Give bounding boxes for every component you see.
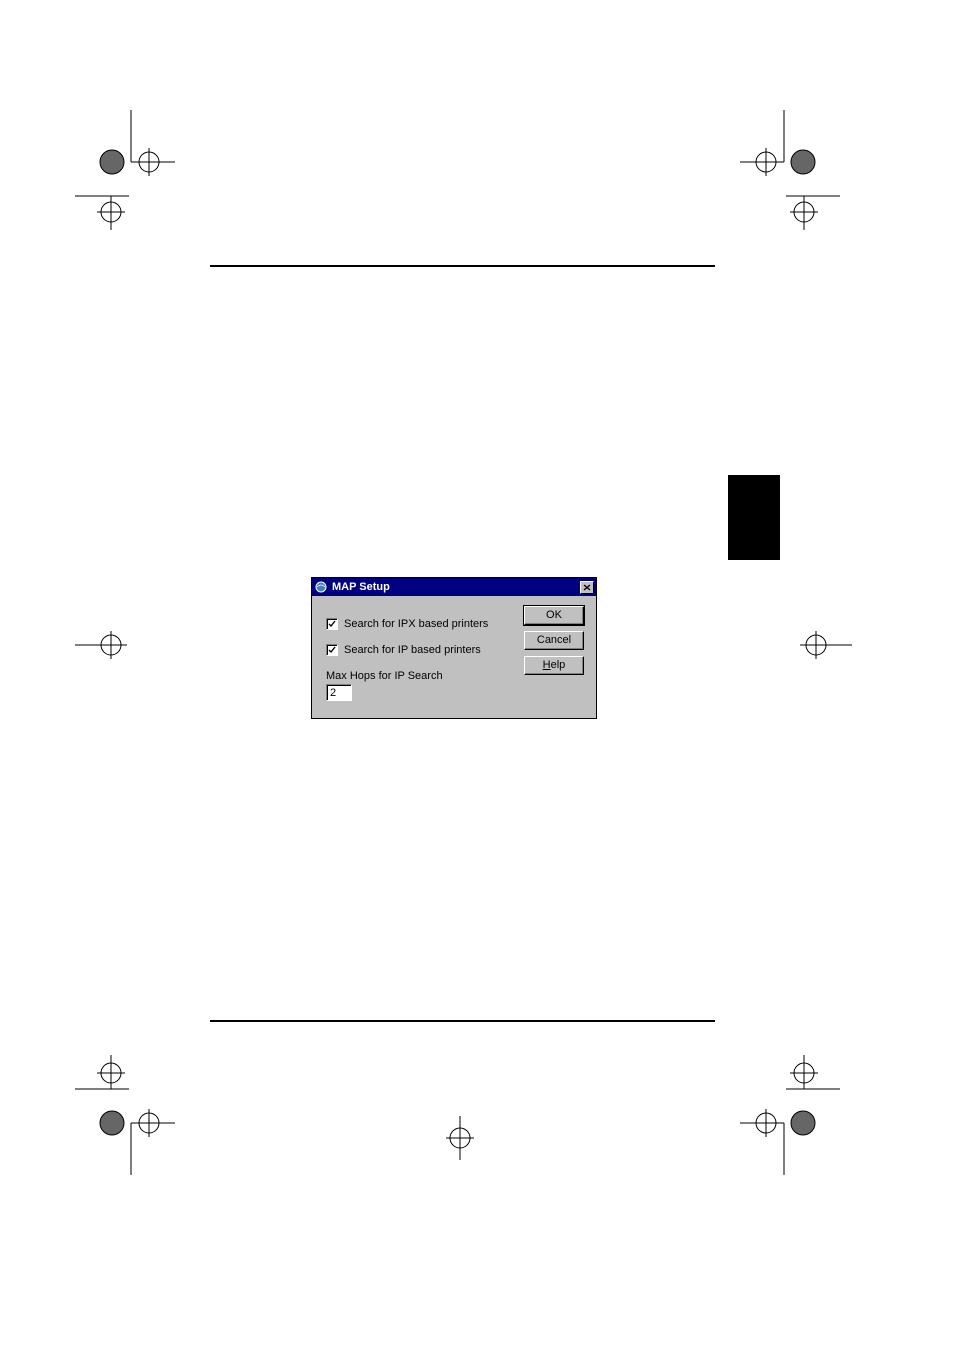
app-icon	[314, 580, 328, 594]
help-rest: elp	[551, 659, 566, 671]
close-button[interactable]	[580, 581, 594, 594]
crop-mark-mid-left	[75, 615, 145, 675]
cancel-button[interactable]: Cancel	[524, 631, 584, 650]
crop-mark-top-left	[75, 110, 175, 230]
checkbox-ip[interactable]	[326, 644, 338, 656]
button-stack: OK Cancel Help	[524, 606, 584, 675]
help-button[interactable]: Help	[524, 656, 584, 675]
dialog-title: MAP Setup	[332, 581, 580, 593]
close-icon	[583, 584, 591, 591]
checkbox-ipx[interactable]	[326, 618, 338, 630]
crop-mark-bottom-center	[430, 1108, 490, 1168]
dialog-body: Search for IPX based printers Search for…	[312, 596, 596, 718]
page-divider-top	[210, 265, 715, 267]
titlebar[interactable]: MAP Setup	[312, 578, 596, 596]
checkmark-icon	[328, 646, 336, 654]
map-setup-dialog: MAP Setup Search for IPX based printers	[311, 577, 597, 719]
checkmark-icon	[328, 620, 336, 628]
checkbox-ip-label: Search for IP based printers	[344, 644, 481, 656]
crop-mark-top-right	[740, 110, 840, 230]
ok-button[interactable]: OK	[524, 606, 584, 625]
maxhops-input[interactable]	[326, 684, 352, 701]
checkbox-ipx-label: Search for IPX based printers	[344, 618, 488, 630]
help-mnemonic: H	[543, 659, 551, 671]
page-side-tab	[728, 475, 780, 560]
crop-mark-mid-right	[782, 615, 852, 675]
page-divider-bottom	[210, 1020, 715, 1022]
crop-mark-bottom-right	[740, 1055, 840, 1175]
crop-mark-bottom-left	[75, 1055, 175, 1175]
